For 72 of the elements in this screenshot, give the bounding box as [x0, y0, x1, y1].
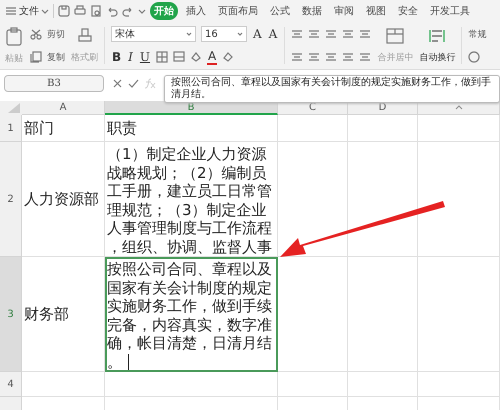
merge-cells-icon[interactable]: [386, 28, 404, 44]
dropdown-caret-icon[interactable]: [138, 8, 146, 14]
table-cell: [278, 115, 348, 142]
bold-button[interactable]: B: [111, 50, 122, 64]
underline-button[interactable]: U: [138, 50, 152, 64]
dropdown-caret-icon: [186, 32, 192, 36]
borders-icon[interactable]: [156, 51, 168, 63]
increase-font-button[interactable]: A: [252, 27, 263, 41]
indent-icon[interactable]: [342, 29, 354, 39]
column-header[interactable]: B: [105, 101, 278, 115]
italic-button[interactable]: I: [127, 50, 134, 64]
dropdown-caret-icon: [237, 32, 243, 36]
undo-icon[interactable]: [106, 5, 118, 17]
ribbon-tab[interactable]: 审阅: [330, 2, 358, 20]
column-header[interactable]: A: [22, 101, 105, 115]
ribbon-tab[interactable]: 插入: [182, 2, 210, 20]
font-size-field[interactable]: 16: [201, 26, 247, 42]
eraser-icon[interactable]: [222, 51, 234, 63]
justify-icon[interactable]: [342, 52, 354, 62]
ribbon-tab[interactable]: 视图: [362, 2, 390, 20]
printer-icon[interactable]: [74, 5, 86, 17]
dropdown-caret-icon[interactable]: [41, 8, 49, 14]
table-cell: [348, 372, 418, 397]
copy-button[interactable]: 复制: [47, 50, 65, 64]
cut-button[interactable]: 剪切: [47, 28, 65, 40]
ribbon-tab[interactable]: 页面布局: [214, 2, 262, 20]
wrap-text-button[interactable]: 自动换行: [419, 50, 456, 64]
table-cell: 部门: [22, 115, 105, 142]
caret-icon: [454, 105, 462, 110]
table-cell: 人力资源部: [22, 142, 105, 257]
align-center-icon[interactable]: [308, 52, 320, 62]
copy-icon[interactable]: [30, 51, 42, 63]
name-box[interactable]: B3: [4, 75, 104, 92]
scissors-icon[interactable]: [30, 28, 42, 40]
table-cell: （1）制定企业人力资源战略规划；（2）编制员工手册，建立员工日常管理规范；（3）制定企业人事管理制度与工作流程，组织、协调、监督人事: [105, 142, 278, 257]
align-right-icon[interactable]: [325, 52, 338, 62]
paint-bucket-icon[interactable]: [190, 51, 202, 63]
close-icon[interactable]: [112, 78, 123, 89]
align-bottom-icon[interactable]: [325, 29, 338, 39]
wrap-text-icon[interactable]: [428, 28, 446, 44]
table-cell: [348, 115, 418, 142]
distribute-icon[interactable]: [359, 52, 372, 62]
check-icon[interactable]: [128, 78, 139, 89]
circle-icon[interactable]: [468, 51, 480, 64]
table-cell: 职责: [105, 115, 278, 142]
table-cell: [278, 372, 348, 397]
ribbon-tab[interactable]: 安全: [394, 2, 422, 20]
file-menu[interactable]: 文件: [19, 4, 39, 18]
align-left-icon[interactable]: [291, 52, 304, 62]
row-header[interactable]: 3: [0, 257, 22, 372]
number-format-field[interactable]: 常规: [468, 28, 486, 41]
table-cell: 财务部: [22, 257, 105, 372]
row-header[interactable]: 4: [0, 372, 22, 397]
ribbon-tab[interactable]: 公式: [266, 2, 294, 20]
menu-icon[interactable]: [5, 5, 17, 17]
clipboard-icon[interactable]: [4, 26, 24, 46]
outdent-icon[interactable]: [359, 29, 372, 39]
fill-color-icon[interactable]: [173, 51, 186, 63]
font-name-field[interactable]: 宋体: [111, 26, 196, 42]
row-header[interactable]: 1: [0, 115, 22, 142]
align-middle-icon[interactable]: [308, 29, 320, 39]
redo-icon[interactable]: [122, 5, 134, 17]
row-header[interactable]: 2: [0, 142, 22, 257]
table-cell: 按照公司合同、章程以及国家有关会计制度的规定实施财务工作，做到手续完备，内容真实，数字准确，帐目清楚，日清月结。: [105, 257, 278, 372]
formula-input[interactable]: 按照公司合同、章程以及国家有关会计制度的规定实施财务工作，做到手 清月结。: [164, 75, 500, 103]
ribbon-tab[interactable]: 开发工具: [426, 2, 474, 20]
align-top-icon[interactable]: [291, 29, 304, 39]
font-color-button[interactable]: A: [207, 49, 218, 65]
save-icon[interactable]: [58, 5, 70, 17]
ribbon-tab[interactable]: 数据: [298, 2, 326, 20]
decrease-font-button[interactable]: A: [268, 27, 278, 41]
page-preview-icon[interactable]: [90, 5, 102, 17]
